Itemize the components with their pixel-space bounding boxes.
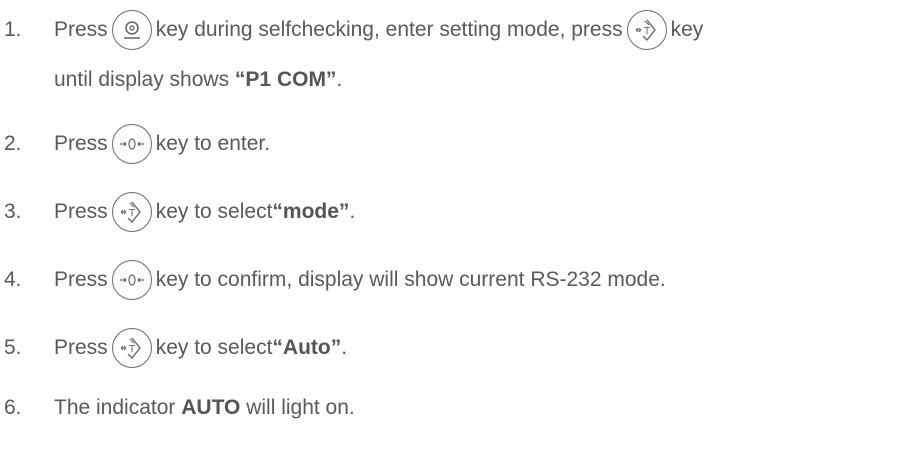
option-text: “Auto”: [272, 336, 342, 359]
step-text: key to select: [155, 336, 273, 359]
tare-key-icon: T: [111, 192, 152, 232]
step-text: Press: [54, 336, 108, 359]
display-text: “P1 COM”: [234, 68, 337, 91]
step-text: Press: [54, 132, 108, 155]
step-2: 2. Press key to enter.: [0, 124, 270, 164]
svg-text:T: T: [128, 344, 136, 355]
step-5: 5. Press T key to select “Auto”.: [0, 328, 347, 368]
tare-key-icon: T: [626, 10, 667, 50]
step-4: 4. Press key to confirm, display will sh…: [0, 260, 666, 300]
step-6: 6. The indicator AUTO will light on.: [0, 396, 355, 420]
step-number: 1.: [4, 18, 22, 41]
step-text: key to confirm, display will show curren…: [155, 268, 666, 291]
step-3: 3. Press T key to select “mode”.: [0, 192, 355, 232]
zero-key-icon: [111, 124, 152, 164]
step-1-line-2: until display shows “P1 COM”.: [54, 68, 342, 92]
svg-text:T: T: [643, 26, 651, 37]
step-number: 3.: [4, 200, 22, 223]
step-number: 5.: [4, 336, 22, 359]
step-text: Press: [54, 18, 108, 41]
step-number: 6.: [4, 396, 22, 419]
indicator-text: AUTO: [181, 396, 241, 419]
step-text: will light on.: [240, 396, 355, 419]
step-text: key to select: [155, 200, 273, 223]
step-number: 2.: [4, 132, 22, 155]
option-text: “mode”: [272, 200, 350, 223]
zero-key-icon: [111, 260, 152, 300]
step-text: .: [349, 200, 356, 223]
step-text: Press: [54, 268, 108, 291]
step-text: The indicator: [54, 396, 182, 419]
step-text: key during selfchecking, enter setting m…: [155, 18, 623, 41]
tare-key-icon: T: [111, 328, 152, 368]
step-text: .: [341, 336, 348, 359]
step-text: key to enter.: [155, 132, 271, 155]
step-number: 4.: [4, 268, 22, 291]
step-text: .: [336, 68, 343, 91]
step-1: 1. Press key during selfchecking, enter …: [0, 10, 704, 91]
menu-key-icon: [111, 10, 152, 50]
svg-text:T: T: [128, 208, 136, 219]
step-text: until display shows: [54, 68, 235, 91]
step-text: key: [670, 18, 704, 41]
step-text: Press: [54, 200, 108, 223]
